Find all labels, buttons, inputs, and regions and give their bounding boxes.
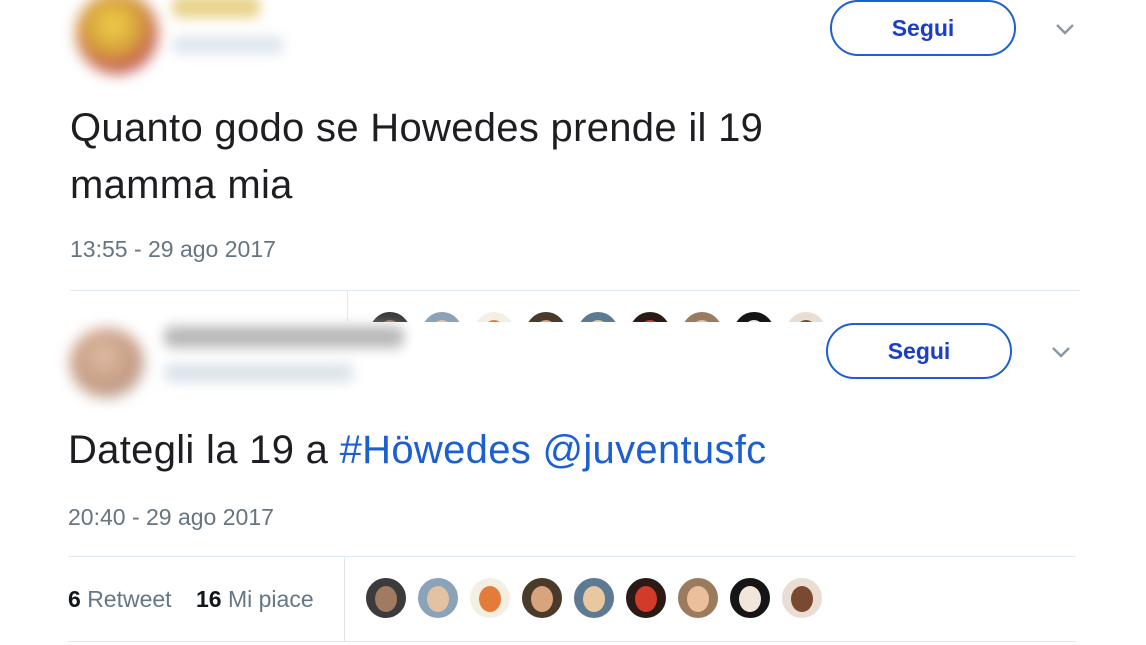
liker-face [479,586,501,612]
liker-avatar[interactable] [520,576,564,620]
liker-face [687,586,709,612]
tweet-1: Segui Quanto godo se Howedes prende il 1… [0,0,1146,322]
liker-avatar[interactable] [572,576,616,620]
liker-avatar[interactable] [728,576,772,620]
liker-face [531,586,553,612]
username-redacted[interactable] [164,364,354,382]
liker-avatar[interactable] [364,576,408,620]
liker-face [583,586,605,612]
divider [68,641,1076,642]
like-label: Mi piace [227,586,314,612]
liker-avatar[interactable] [472,310,516,322]
divider [68,556,1076,557]
stats-divider [344,557,345,641]
divider [70,290,1080,291]
liker-avatar[interactable] [368,310,412,322]
liker-avatar[interactable] [676,576,720,620]
chevron-down-icon[interactable] [1050,341,1072,363]
avatar[interactable] [76,0,158,74]
liker-face [635,586,657,612]
liker-avatar[interactable] [628,310,672,322]
username-redacted[interactable] [172,36,284,54]
retweet-stat[interactable]: 6 Retweet [68,586,172,613]
stats-divider [347,291,348,322]
like-count: 16 [196,586,222,612]
tweet-2: Segui Dategli la 19 a #Höwedes @juventus… [0,322,1146,645]
retweet-label: Retweet [87,586,172,612]
liker-avatar[interactable] [784,310,828,322]
liker-face [427,586,449,612]
liker-avatar[interactable] [524,310,568,322]
liker-avatar[interactable] [624,576,668,620]
follow-button[interactable]: Segui [830,0,1016,56]
liker-avatar[interactable] [680,310,724,322]
liker-avatar[interactable] [576,310,620,322]
tweet-text: Quanto godo se Howedes prende il 19 mamm… [70,100,763,214]
tweet-text-plain: Dategli la 19 a [68,428,340,472]
liker-face [739,586,761,612]
liker-avatar[interactable] [732,310,776,322]
like-stat[interactable]: 16 Mi piace [196,586,314,613]
hashtag-link[interactable]: #Höwedes [340,428,531,472]
retweet-count: 6 [68,586,81,612]
follow-button[interactable]: Segui [826,323,1012,379]
avatar[interactable] [70,328,144,398]
liker-avatar[interactable] [468,576,512,620]
display-name-redacted[interactable] [164,326,404,348]
liker-face [791,586,813,612]
liker-avatar[interactable] [780,576,824,620]
liker-face [375,586,397,612]
tweet-text: Dategli la 19 a #Höwedes @juventusfc [68,422,766,479]
chevron-down-icon[interactable] [1054,18,1076,40]
timestamp[interactable]: 13:55 - 29 ago 2017 [70,236,276,263]
tweet-text-line-2: mamma mia [70,163,293,207]
liker-avatar[interactable] [420,310,464,322]
mention-link[interactable]: @juventusfc [542,428,766,472]
liker-avatars-row [368,310,848,322]
liker-avatar[interactable] [416,576,460,620]
liker-avatars-row [364,576,844,624]
tweet-text-line-1: Quanto godo se Howedes prende il 19 [70,106,764,150]
display-name-redacted[interactable] [172,0,260,18]
timestamp[interactable]: 20:40 - 29 ago 2017 [68,504,274,531]
